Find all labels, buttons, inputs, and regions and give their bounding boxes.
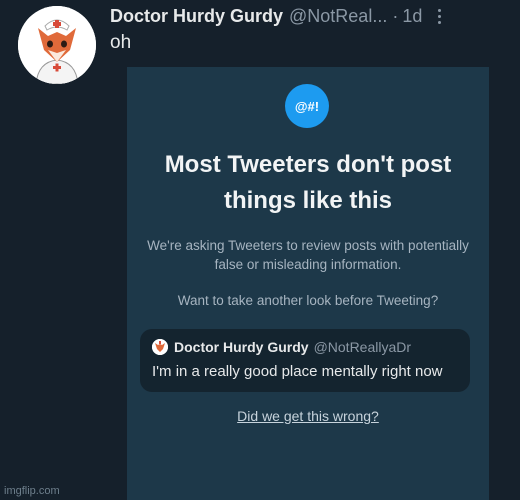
quoted-author-avatar: [152, 339, 168, 355]
quoted-author-name: Doctor Hurdy Gurdy: [174, 339, 309, 355]
more-vertical-icon[interactable]: [436, 8, 442, 24]
prompt-title: Most Tweeters don't post things like thi…: [164, 151, 452, 214]
feedback-link[interactable]: Did we get this wrong?: [127, 408, 489, 424]
author-avatar[interactable]: [18, 6, 96, 84]
quoted-tweet-text: I'm in a really good place mentally righ…: [152, 363, 443, 380]
author-handle[interactable]: @NotReal...: [289, 6, 387, 27]
tweet-header: Doctor Hurdy Gurdy @NotReal... · 1d: [110, 4, 514, 28]
misinformation-prompt-card: @#! Most Tweeters don't post things like…: [127, 67, 489, 500]
symbol-badge: @#!: [285, 84, 329, 128]
watermark: imgflip.com: [4, 485, 60, 497]
quoted-tweet[interactable]: Doctor Hurdy Gurdy @NotReallyaDr I'm in …: [140, 329, 470, 392]
separator-dot: ·: [392, 5, 399, 26]
tweet-age[interactable]: 1d: [402, 6, 422, 27]
author-name[interactable]: Doctor Hurdy Gurdy: [110, 6, 283, 27]
prompt-question: Want to take another look before Tweetin…: [177, 293, 439, 308]
tweet-text: oh: [110, 32, 132, 53]
prompt-body: We're asking Tweeters to review posts wi…: [147, 238, 469, 272]
fox-avatar-icon: [152, 339, 168, 355]
quoted-author-handle: @NotReallyaDr: [313, 339, 412, 355]
quoted-tweet-header: Doctor Hurdy Gurdy @NotReallyaDr: [152, 339, 411, 355]
fox-avatar-icon: [18, 6, 96, 84]
